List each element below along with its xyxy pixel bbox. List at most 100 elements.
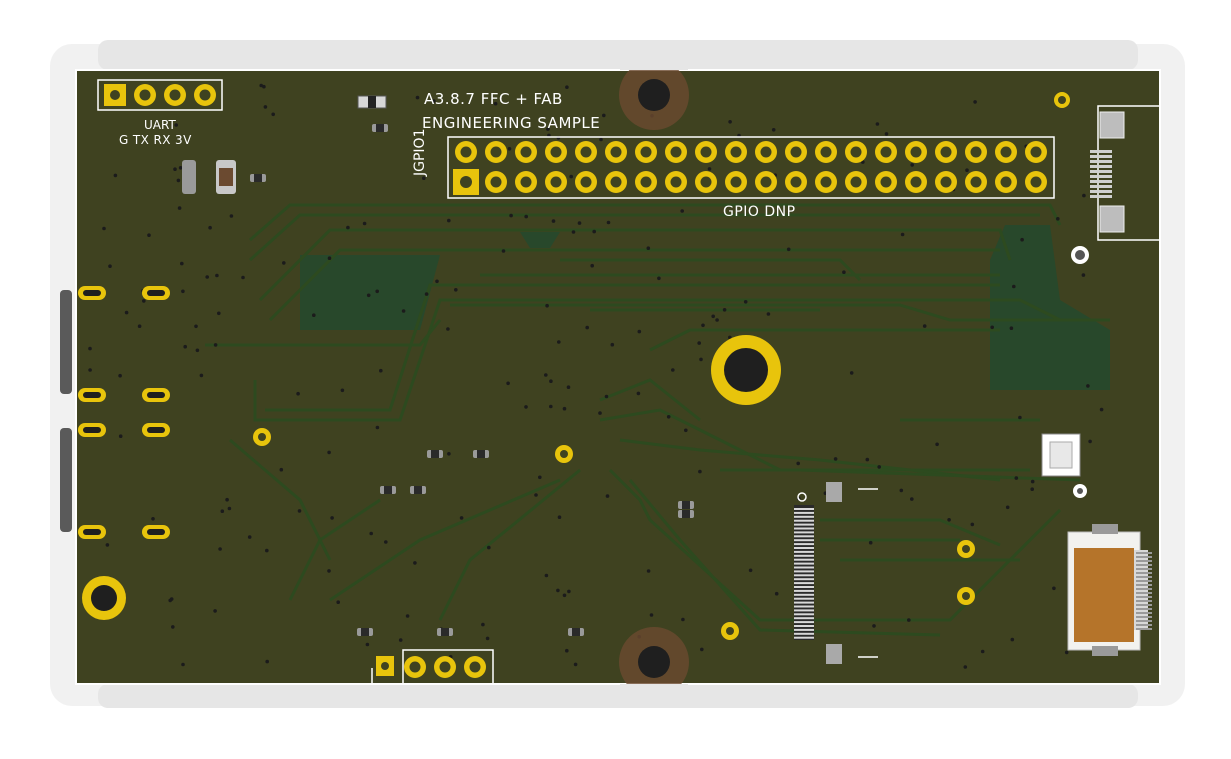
via xyxy=(213,343,218,347)
uart-label: UART xyxy=(144,118,176,132)
via xyxy=(649,613,654,617)
bottom-header-pin-hole xyxy=(469,661,481,673)
via xyxy=(171,625,175,629)
uart-pin-hole xyxy=(169,89,181,101)
via xyxy=(177,206,182,210)
fine-pitch-pin xyxy=(794,535,814,538)
test-pad-hole xyxy=(962,592,970,600)
via xyxy=(980,649,985,654)
via xyxy=(549,379,553,384)
via xyxy=(899,488,904,493)
via xyxy=(599,137,603,142)
via xyxy=(573,662,578,667)
via xyxy=(1010,637,1015,642)
gpio-pin-hole xyxy=(790,146,802,158)
via xyxy=(118,434,123,439)
via xyxy=(973,100,977,104)
via xyxy=(1020,237,1024,242)
via xyxy=(346,225,350,230)
via xyxy=(401,309,406,313)
fine-pitch-pin xyxy=(794,578,814,581)
via xyxy=(108,264,112,269)
via xyxy=(922,324,927,328)
via xyxy=(137,324,142,329)
sd-connector-pin xyxy=(1090,150,1112,153)
gpio-pin-1-hole xyxy=(460,176,472,188)
via xyxy=(538,475,542,480)
via xyxy=(327,256,332,261)
gpio-pin-hole xyxy=(730,146,742,158)
via xyxy=(681,617,685,622)
via xyxy=(1082,193,1086,198)
via xyxy=(415,95,420,100)
via xyxy=(774,591,779,596)
via xyxy=(435,279,439,284)
via xyxy=(700,647,704,652)
fine-pitch-pin xyxy=(794,539,814,542)
via xyxy=(178,166,183,170)
via xyxy=(176,178,181,183)
via xyxy=(549,404,553,409)
via xyxy=(771,128,776,132)
fine-pitch-pin xyxy=(794,589,814,592)
smd-diode-body xyxy=(368,96,376,108)
ffc-pin xyxy=(1136,608,1152,610)
smd-resistor-body xyxy=(477,450,485,458)
via xyxy=(990,325,994,330)
smd-resistor-body xyxy=(384,486,392,494)
via xyxy=(1056,217,1060,221)
gpio-pin-hole xyxy=(730,176,742,188)
usb-shield-slot-hole xyxy=(83,427,101,433)
pcb-board xyxy=(50,40,1185,708)
via xyxy=(1005,505,1010,510)
via xyxy=(748,568,753,573)
gpio-pin-hole xyxy=(580,146,592,158)
via xyxy=(786,247,791,252)
via xyxy=(524,214,528,219)
via xyxy=(217,311,221,316)
via xyxy=(506,381,510,386)
via xyxy=(398,638,403,642)
usb-shield-slot-hole xyxy=(83,529,101,535)
via xyxy=(262,84,266,89)
via xyxy=(544,373,548,377)
via xyxy=(369,531,374,536)
via xyxy=(884,132,889,136)
ffc-pin xyxy=(1136,568,1152,570)
via xyxy=(105,543,110,547)
via xyxy=(181,289,185,294)
via xyxy=(877,465,881,469)
via xyxy=(565,85,569,89)
via xyxy=(1052,586,1056,591)
via xyxy=(900,232,905,237)
board-shadow-top xyxy=(98,40,1138,70)
gpio-pin-hole xyxy=(880,146,892,158)
ffc-pin xyxy=(1136,552,1152,554)
via xyxy=(722,308,727,312)
via xyxy=(557,515,562,519)
usb-shield-slot-hole xyxy=(147,290,165,296)
via xyxy=(604,394,609,399)
uart-pin-1-hole xyxy=(110,90,120,100)
gpio-pin-hole xyxy=(970,176,982,188)
via xyxy=(509,213,513,218)
gpio-pin-hole xyxy=(910,146,922,158)
board-shadow-bottom xyxy=(98,684,1138,708)
fine-pitch-pin xyxy=(794,605,814,608)
gpio-pin-hole xyxy=(700,146,712,158)
via xyxy=(605,494,610,498)
via xyxy=(194,324,198,329)
gpio-pin-hole xyxy=(550,176,562,188)
smd-resistor-body xyxy=(254,174,262,182)
gpio-pin-hole xyxy=(490,176,502,188)
gpio-pin-hole xyxy=(820,146,832,158)
via xyxy=(297,509,302,513)
gpio-pin-hole xyxy=(520,176,532,188)
via xyxy=(459,516,464,520)
via xyxy=(227,506,232,511)
via xyxy=(340,388,345,393)
via xyxy=(1086,384,1090,388)
ffc-pin xyxy=(1136,620,1152,622)
via xyxy=(1064,650,1069,655)
via xyxy=(124,310,129,315)
